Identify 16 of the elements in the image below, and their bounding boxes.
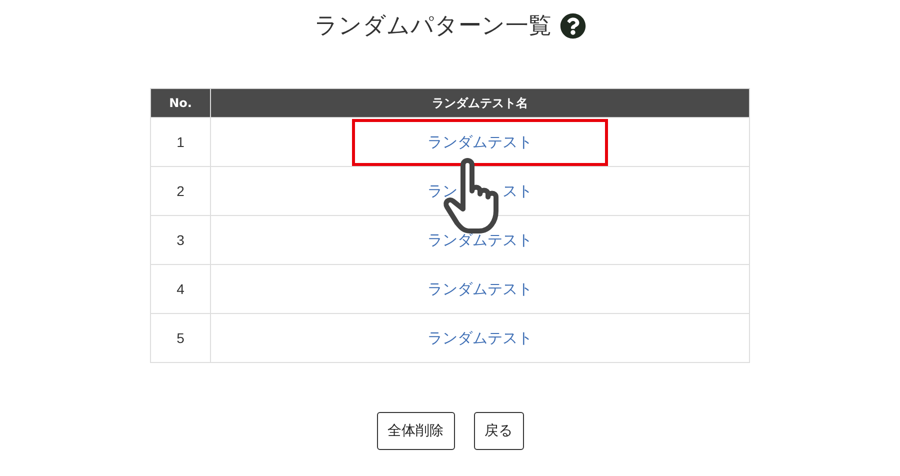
test-link[interactable]: ラン スト	[428, 182, 532, 200]
column-header: No.	[150, 88, 210, 118]
column-header: ランダムテスト名	[210, 88, 750, 118]
table-cell: 4	[150, 264, 210, 314]
test-link[interactable]: ランダムテスト	[428, 230, 532, 249]
table-cell: 5	[150, 314, 210, 362]
test-link[interactable]: ランダムテスト	[428, 132, 532, 151]
table-cell: 1	[150, 118, 210, 166]
page-title: ランダムパターン一覧	[314, 12, 552, 41]
back-button[interactable]: 戻る	[474, 412, 524, 450]
test-link[interactable]: ランダムテスト	[428, 328, 532, 347]
table-cell: 2	[150, 166, 210, 216]
help-icon[interactable]	[560, 13, 586, 39]
delete-all-button[interactable]: 全体削除	[376, 412, 454, 450]
table-cell: 3	[150, 216, 210, 264]
test-link[interactable]: ランダムテスト	[428, 280, 532, 298]
